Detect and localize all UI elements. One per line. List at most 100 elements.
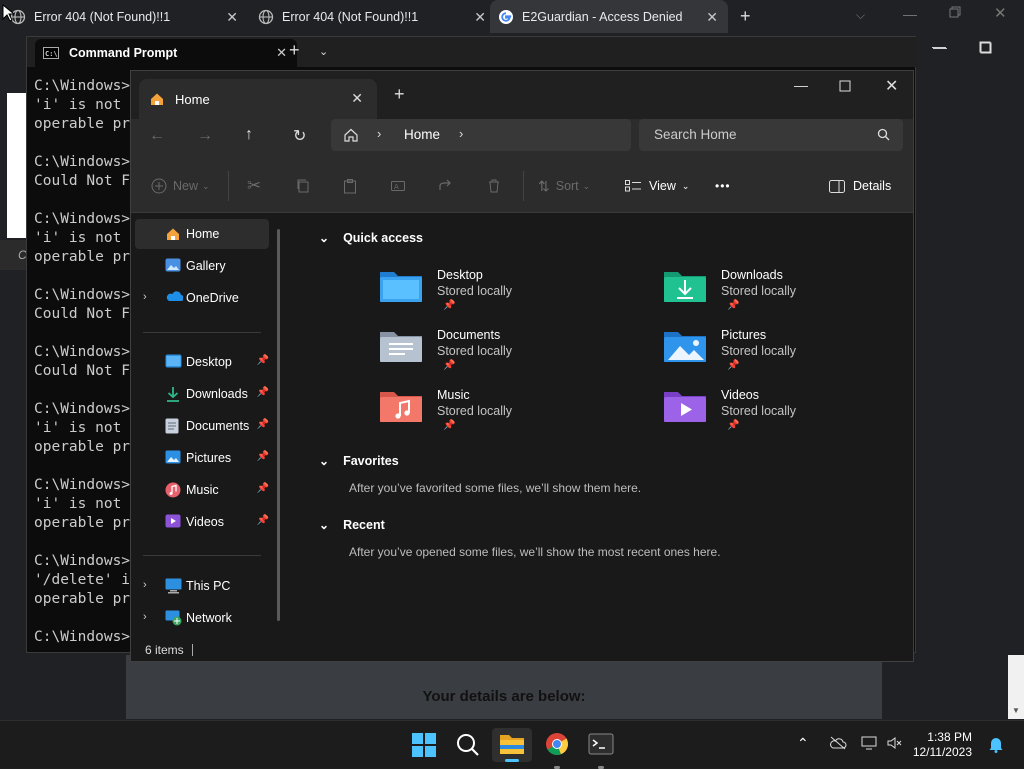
search-icon[interactable] xyxy=(877,128,890,141)
pin-icon: 📌 xyxy=(443,300,456,311)
svg-text:C:\: C:\ xyxy=(45,50,58,58)
pin-icon[interactable]: 📌 xyxy=(257,515,269,526)
sidebar-item-music[interactable]: Music 📌 xyxy=(135,475,269,505)
pin-icon[interactable]: 📌 xyxy=(257,387,269,398)
chevron-up-icon[interactable]: ⌃ xyxy=(797,735,809,752)
restore-icon[interactable] xyxy=(948,5,962,19)
chevron-right-icon[interactable]: › xyxy=(143,611,147,623)
minimize-icon[interactable]: — xyxy=(903,6,917,22)
sidebar-item-downloads[interactable]: Downloads 📌 xyxy=(135,379,269,409)
chrome-tab-1[interactable]: Error 404 (Not Found)!!1 ✕ xyxy=(10,0,248,33)
new-tab-button[interactable]: + xyxy=(394,84,405,105)
quick-access-videos[interactable]: Videos Stored locally 📌 xyxy=(663,388,893,444)
close-icon[interactable]: ✕ xyxy=(994,4,1007,22)
sidebar-item-desktop[interactable]: Desktop 📌 xyxy=(135,347,269,377)
cmd-output[interactable]: C:\Windows> 'i' is not operable pr C:\Wind… xyxy=(34,77,130,647)
chevron-right-icon[interactable]: › xyxy=(459,126,463,141)
notification-bell-icon[interactable] xyxy=(988,735,1004,753)
quick-access-documents[interactable]: Documents Stored locally 📌 xyxy=(379,328,609,384)
pin-icon[interactable]: 📌 xyxy=(257,355,269,366)
sort-button[interactable]: ⇅ Sort ⌄ xyxy=(538,159,590,213)
back-icon[interactable]: ← xyxy=(149,127,165,145)
close-tab-icon[interactable]: ✕ xyxy=(276,45,287,61)
close-tab-icon[interactable]: ✕ xyxy=(226,9,238,26)
network-icon xyxy=(165,610,182,626)
start-button[interactable] xyxy=(404,729,444,769)
gallery-icon xyxy=(165,258,182,274)
maximize-icon[interactable] xyxy=(839,80,851,92)
network-status-icon[interactable] xyxy=(861,736,879,750)
rename-icon[interactable]: A xyxy=(390,159,406,213)
chrome-tab-2[interactable]: Error 404 (Not Found)!!1 ✕ xyxy=(258,0,496,33)
copy-icon[interactable] xyxy=(295,159,311,213)
sidebar-item-pictures[interactable]: Pictures 📌 xyxy=(135,443,269,473)
chrome-tab-3[interactable]: E2Guardian - Access Denied ✕ xyxy=(490,0,728,33)
quick-access-downloads[interactable]: Downloads Stored locally 📌 xyxy=(663,268,893,324)
view-button[interactable]: View ⌄ xyxy=(625,159,689,213)
sidebar-item-onedrive[interactable]: › OneDrive xyxy=(135,283,269,313)
speaker-muted-icon[interactable] xyxy=(886,735,904,751)
up-icon[interactable]: ↑ xyxy=(245,126,253,144)
cut-icon[interactable]: ✂ xyxy=(247,159,261,213)
minimize-icon[interactable]: — xyxy=(794,77,808,93)
cmd-maximize-icon[interactable] xyxy=(979,41,991,53)
paste-icon[interactable] xyxy=(342,159,358,213)
sidebar-item-gallery[interactable]: Gallery xyxy=(135,251,269,281)
pin-icon[interactable]: 📌 xyxy=(257,483,269,494)
pin-icon[interactable]: 📌 xyxy=(257,419,269,430)
sidebar-item-documents[interactable]: Documents 📌 xyxy=(135,411,269,441)
new-button[interactable]: New ⌄ xyxy=(151,159,210,213)
recent-header[interactable]: ⌄ Recent xyxy=(319,518,385,532)
chevron-down-icon[interactable]: ⌵ xyxy=(856,8,865,23)
chevron-down-icon[interactable]: ⌄ xyxy=(319,45,328,58)
forward-icon[interactable]: → xyxy=(197,127,213,145)
delete-icon[interactable] xyxy=(486,159,502,213)
close-tab-icon[interactable]: ✕ xyxy=(351,90,363,107)
cmd-line xyxy=(34,267,130,286)
search-box[interactable]: Search Home xyxy=(639,119,903,151)
chevron-right-icon[interactable]: › xyxy=(377,126,381,141)
scrollbar[interactable]: ▼ xyxy=(1008,655,1024,719)
details-button[interactable]: Details xyxy=(829,159,891,213)
cloud-off-icon[interactable] xyxy=(829,736,847,750)
close-icon[interactable]: ✕ xyxy=(885,76,898,96)
chevron-right-icon[interactable]: › xyxy=(143,291,147,303)
quick-access-desktop[interactable]: Desktop Stored locally 📌 xyxy=(379,268,609,324)
pin-icon: 📌 xyxy=(727,300,740,311)
cmd-line xyxy=(34,134,130,153)
cmd-line: operable pr xyxy=(34,591,131,607)
close-tab-icon[interactable]: ✕ xyxy=(706,9,718,26)
cmd-minimize-icon[interactable]: — xyxy=(932,38,946,54)
chrome-taskbar-button[interactable] xyxy=(537,729,577,769)
documents-folder-icon xyxy=(379,328,423,364)
cmd-tab[interactable]: C:\ Command Prompt ✕ xyxy=(35,39,297,67)
more-options-button[interactable]: ••• xyxy=(715,159,731,213)
close-tab-icon[interactable]: ✕ xyxy=(474,9,486,26)
chevron-right-icon[interactable]: › xyxy=(143,579,147,591)
file-explorer-window[interactable]: Home ✕ + — ✕ ← → ↑ ↻ › Home › Search Hom… xyxy=(130,70,914,662)
favorites-header[interactable]: ⌄ Favorites xyxy=(319,454,399,468)
sidebar-item-this-pc[interactable]: › This PC xyxy=(135,571,269,601)
clock[interactable]: 1:38 PM 12/11/2023 xyxy=(913,730,972,760)
scroll-down-icon[interactable]: ▼ xyxy=(1012,706,1020,715)
new-tab-button[interactable]: + xyxy=(289,40,300,61)
sidebar-item-network[interactable]: › Network xyxy=(135,603,269,633)
terminal-taskbar-button[interactable] xyxy=(581,729,621,769)
refresh-icon[interactable]: ↻ xyxy=(293,126,306,146)
sidebar-item-videos[interactable]: Videos 📌 xyxy=(135,507,269,537)
explorer-tab-home[interactable]: Home ✕ xyxy=(139,79,377,119)
search-button[interactable] xyxy=(448,729,488,769)
pictures-icon xyxy=(165,450,182,466)
quick-access-header[interactable]: ⌄ Quick access xyxy=(319,231,423,245)
new-tab-button[interactable]: + xyxy=(740,6,751,27)
sidebar-item-home[interactable]: Home xyxy=(135,219,269,249)
quick-access-pictures[interactable]: Pictures Stored locally 📌 xyxy=(663,328,893,384)
nav-scrollbar[interactable] xyxy=(277,229,280,621)
file-explorer-taskbar-button[interactable] xyxy=(492,728,532,762)
quick-access-music[interactable]: Music Stored locally 📌 xyxy=(379,388,609,444)
address-bar[interactable]: › Home › xyxy=(331,119,631,151)
share-icon[interactable] xyxy=(438,159,454,213)
pin-icon[interactable]: 📌 xyxy=(257,451,269,462)
search-input[interactable]: Search Home xyxy=(654,127,737,142)
breadcrumb-home[interactable]: Home xyxy=(404,127,440,142)
